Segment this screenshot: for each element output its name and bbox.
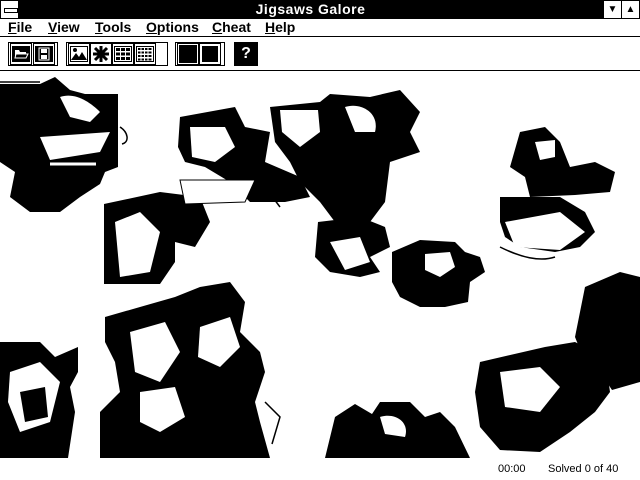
puzzle-piece[interactable] xyxy=(510,127,615,197)
elapsed-time: 00:00 xyxy=(498,463,526,475)
menu-tools[interactable]: Tools xyxy=(95,19,131,36)
help-icon: ? xyxy=(241,45,251,62)
minimize-icon: ▼ xyxy=(607,4,618,15)
shuffle-button[interactable] xyxy=(90,43,112,65)
menu-file[interactable]: File xyxy=(8,19,32,36)
color-button-group xyxy=(175,42,225,66)
open-button[interactable] xyxy=(10,43,32,65)
file-button-group xyxy=(8,42,58,66)
toolbar: ? xyxy=(0,37,640,71)
puzzle-button-group xyxy=(66,42,168,66)
background-color-button[interactable] xyxy=(177,43,199,65)
shuffle-icon xyxy=(93,46,109,62)
solved-count: Solved 0 of 40 xyxy=(548,463,619,475)
window-title: Jigsaws Galore xyxy=(255,1,366,17)
picture-icon xyxy=(70,46,88,62)
piece-color-button[interactable] xyxy=(199,43,221,65)
grid-small-icon xyxy=(114,46,132,62)
puzzle-piece[interactable] xyxy=(270,90,420,222)
grid-large-icon xyxy=(136,46,154,62)
large-grid-button[interactable] xyxy=(134,43,156,65)
menu-options[interactable]: Options xyxy=(146,19,199,36)
puzzle-playfield[interactable] xyxy=(0,72,640,458)
menu-view[interactable]: View xyxy=(48,19,80,36)
small-grid-button[interactable] xyxy=(112,43,134,65)
menu-bar: File View Tools Options Cheat Help xyxy=(0,19,640,37)
help-button-group: ? xyxy=(234,42,258,66)
black-square-icon xyxy=(179,45,197,63)
menu-cheat[interactable]: Cheat xyxy=(212,19,251,36)
save-disk-icon xyxy=(35,46,53,62)
help-button[interactable]: ? xyxy=(235,43,257,65)
open-folder-icon xyxy=(12,46,30,62)
puzzle-piece[interactable] xyxy=(100,282,270,458)
black-square-icon xyxy=(202,46,218,62)
puzzle-pieces-canvas[interactable] xyxy=(0,72,640,458)
menu-help[interactable]: Help xyxy=(265,19,295,36)
maximize-icon: ▲ xyxy=(625,4,636,15)
save-button[interactable] xyxy=(33,43,55,65)
status-bar: 00:00 Solved 0 of 40 xyxy=(0,458,640,480)
title-bar: Jigsaws Galore ▼ ▲ xyxy=(0,0,640,19)
system-menu-icon xyxy=(4,8,18,13)
system-menu-button[interactable] xyxy=(0,0,19,19)
picture-button[interactable] xyxy=(68,43,90,65)
minimize-button[interactable]: ▼ xyxy=(603,0,622,19)
maximize-button[interactable]: ▲ xyxy=(621,0,640,19)
